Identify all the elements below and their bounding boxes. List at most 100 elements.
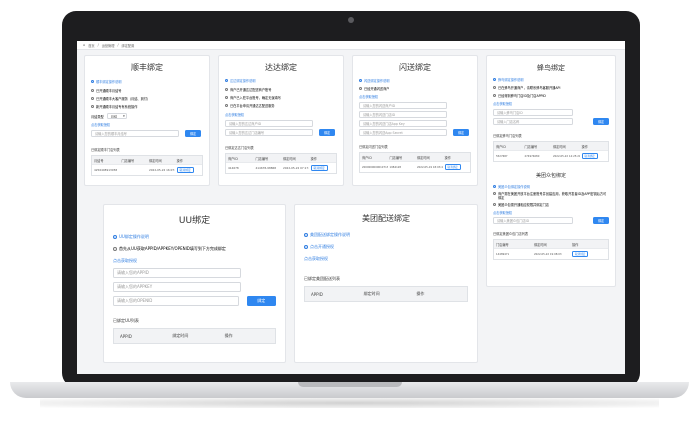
dd-list-title: 已绑定达达门店列表 [225,146,254,150]
dd-card: 达达绑定 i 达达绑定操作说明 商户已开通达达配送商户账号 商户已入驻平台账号，确… [218,55,344,186]
fn-option-2[interactable]: 已经得到蜂鸟门店ID及门店APPID [493,93,609,98]
info-icon: i [493,185,496,188]
sf-select-label: 月结类型 [91,114,104,119]
fn-table: 商户ID 门店编号 绑定时间 操作 5527687 274974680 2022… [493,141,609,162]
sf-table: 月结号 门店编号 绑定时间 操作 4256408913058 2022-05-2… [91,155,203,176]
uu-appid-input[interactable]: 请输入您的APPID [113,268,241,278]
mt-apply-link[interactable]: 点击获取授权 [304,256,468,262]
laptop-bezel: ⌂ 首页 / 运营管理 / 绑定配置 顺丰绑定 i 顺丰绑定操作说明 已开通顺丰月… [62,11,640,387]
uu-card: UU绑定 i UU绑定操作说明 首先从UU获取APPID/APPKEY/OPENI… [103,204,286,363]
ss-option-1[interactable]: 已经开通闪送商户 [359,86,471,91]
dd-unbind-button[interactable]: 取消绑定 [310,165,328,171]
ss-apply-link[interactable]: 点击获取授权 [359,94,471,99]
uu-title: UU绑定 [178,216,211,226]
ss-table: 商户ID 门店编号 绑定时间 操作 20000000000107137 1984… [359,152,471,173]
camera-icon [348,17,354,23]
ss-card: 闪送绑定 i 闪送绑定操作说明 已经开通闪送商户 点击获取授权 请输入您的闪送商户… [352,55,478,186]
laptop-shadow [40,398,659,408]
mtpt-bind-button[interactable]: 绑定 [593,217,609,224]
fn-store-input[interactable]: 请输入蜂鸟门店ID [493,109,573,116]
uu-bind-button[interactable]: 绑定 [246,296,276,306]
ss-title: 闪送绑定 [399,63,431,72]
mt-help-link[interactable]: i 美团配送绑定操作说明 [304,232,468,238]
ss-appkey-input[interactable]: 请输入您的闪送门店App Key [359,120,447,127]
mtpt-title: 美团众包绑定 [535,173,566,179]
breadcrumb-level1[interactable]: 运营管理 [102,43,115,48]
info-icon: i [91,80,94,83]
mtpt-table: 门店编号 绑定时间 操作 14489471 2022-05-22 19:08:0… [493,239,609,260]
uu-table: APPID 绑定时间 操作 [113,328,276,344]
sf-account-input[interactable]: 请输入您的顺丰月结号 [91,130,179,137]
mtpt-list-title: 已绑定美团众包门店列表 [493,232,529,236]
mtpt-unbind-button[interactable]: 取消绑定 [572,251,589,257]
mt-table: APPID 绑定时间 操作 [304,286,468,302]
info-icon: i [359,79,362,82]
page-title: 顺丰绑定 [131,63,163,72]
uu-appkey-input[interactable]: 请输入您的APPKEY [113,282,241,292]
fn-bind-button[interactable]: 绑定 [593,118,609,125]
mtpt-option-2[interactable]: 美团众包需开通相应权限并绑定门店 [493,202,609,207]
dd-apply-link[interactable]: 点击获取授权 [225,112,337,117]
ss-store-input[interactable]: 请输入您的闪送门店ID [359,111,447,118]
screen: ⌂ 首页 / 运营管理 / 绑定配置 顺丰绑定 i 顺丰绑定操作说明 已开通顺丰月… [77,41,625,374]
fn-option-1[interactable]: 已在蜂鸟开通商户，请联系蜂鸟客服开通API [493,85,609,90]
dd-store-input[interactable]: 请输入您的达达门店编号 [225,129,313,136]
fn-card: 蜂鸟绑定 i 蜂鸟绑定操作说明 已在蜂鸟开通商户，请联系蜂鸟客服开通API 已经得… [486,55,616,287]
breadcrumb-level2: 绑定配置 [121,43,135,48]
uu-openid-input[interactable]: 请输入您的OPENID [113,296,239,306]
uu-apply-link[interactable]: 点击获取授权 [113,258,276,264]
sf-card: 顺丰绑定 i 顺丰绑定操作说明 已开通顺丰月结号 已开通顺丰大客户服务（月结、到付… [84,55,210,186]
table-row: 5527687 274974680 2022-05-22 14:25:29 取消… [494,150,608,161]
sf-unbind-button[interactable]: 取消绑定 [176,167,194,173]
breadcrumb-home[interactable]: 首页 [88,43,94,48]
sf-list-title: 已绑定顺丰门店列表 [91,148,120,152]
ss-list-title: 已绑定闪送门店列表 [359,145,388,149]
mtpt-apply-link[interactable]: 点击获取授权 [493,210,609,215]
dd-help-link[interactable]: i 达达绑定操作说明 [225,78,337,83]
laptop-notch [298,382,402,387]
dd-bind-button[interactable]: 绑定 [319,129,335,136]
mt-card: 美团配送绑定 i 美团配送绑定操作说明 i 点击开通授权 点击获取授权 已绑定美团配… [294,204,478,363]
mtpt-option-1[interactable]: 商户需在美团开放平台注册账号并创建应用，获取开发者ID及APP密钥后方可绑定 [493,192,609,200]
laptop-mockup: ⌂ 首页 / 运营管理 / 绑定配置 顺丰绑定 i 顺丰绑定操作说明 已开通顺丰月… [0,0,699,423]
dd-merchant-input[interactable]: 请输入您的达达商户ID [225,120,313,127]
dd-title: 达达绑定 [265,63,297,72]
uu-help-link[interactable]: i UU绑定操作说明 [113,234,276,240]
fn-name-input[interactable]: 请输入门店名称 [493,118,573,125]
fn-unbind-button[interactable]: 取消绑定 [581,153,598,159]
sf-option-2[interactable]: 已开通顺丰大客户服务（月结、到付） [91,96,203,101]
chevron-down-icon: ▾ [123,114,125,118]
table-row: 14489471 2022-05-22 19:08:03 取消绑定 [494,248,608,259]
uu-list-title: 已绑定UU列表 [113,318,139,323]
fn-apply-link[interactable]: 点击获取授权 [493,101,609,106]
dd-table: 商户ID 门店编号 绑定时间 操作 414678 414678-98868 20… [225,153,337,174]
mtpt-store-input[interactable]: 请输入美团众包门店ID [493,217,573,224]
mtpt-help-link[interactable]: i 美团众包绑定操作说明 [493,184,609,189]
dd-option-2[interactable]: 商户已入驻平台账号，确定无误填写 [225,95,337,100]
mt-title: 美团配送绑定 [362,214,410,223]
table-row: 414678 414678-98868 2022-05-22 07:17:08 … [226,162,336,173]
breadcrumb: ⌂ 首页 / 运营管理 / 绑定配置 [77,41,625,50]
ss-bind-button[interactable]: 绑定 [453,129,469,136]
sf-apply-link[interactable]: 点击获取授权 [91,122,203,127]
ss-unbind-button[interactable]: 取消绑定 [444,164,461,170]
ss-secret-input[interactable]: 请输入您的闪送App Secret [359,129,447,136]
home-icon: ⌂ [83,43,86,47]
sf-option-1[interactable]: 已开通顺丰月结号 [91,88,203,93]
fn-title: 蜂鸟绑定 [537,64,565,72]
table-row: 4256408913058 2022-05-22 16:07:17 取消绑定 [92,164,202,175]
dd-option-3[interactable]: 已在平台申请开通达达配送服务 [225,103,337,108]
ss-help-link[interactable]: i 闪送绑定操作说明 [359,78,471,83]
sf-bind-button[interactable]: 绑定 [185,130,201,137]
sf-option-3[interactable]: 新开通顺丰月结专有系统操作 [91,104,203,109]
ss-merchant-input[interactable]: 请输入您的闪送商户ID [359,102,447,109]
sf-help-link[interactable]: i 顺丰绑定操作说明 [91,79,203,84]
info-icon: i [225,79,228,82]
sf-type-select[interactable]: 月结 ▾ [106,113,127,119]
info-icon: i [113,235,117,239]
mt-list-title: 已绑定美团配送列表 [304,276,340,281]
fn-help-link[interactable]: i 蜂鸟绑定操作说明 [493,77,609,82]
uu-option[interactable]: 首先从UU获取APPID/APPKEY/OPENID填写到下方完成绑定 [113,246,276,252]
mt-authorize-link[interactable]: i 点击开通授权 [304,244,468,250]
dd-option-1[interactable]: 商户已开通达达配送商户账号 [225,87,337,92]
